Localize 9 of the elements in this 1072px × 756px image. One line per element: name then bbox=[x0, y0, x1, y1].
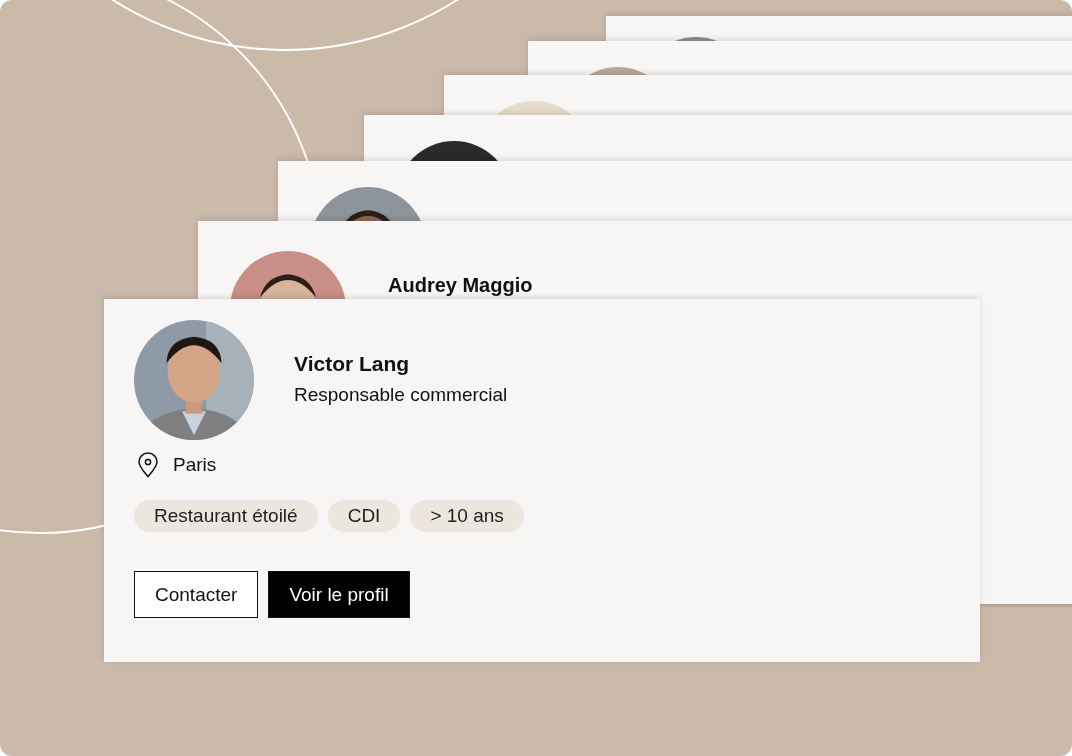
view-profile-button[interactable]: Voir le profil bbox=[268, 571, 410, 618]
location-text: Paris bbox=[173, 454, 217, 476]
job-title: Responsable commercial bbox=[294, 384, 508, 406]
person-name: Audrey Maggio bbox=[388, 273, 533, 297]
tag: > 10 ans bbox=[410, 500, 524, 532]
tag: CDI bbox=[327, 500, 401, 532]
tag: Restaurant étoilé bbox=[134, 500, 318, 532]
contact-button[interactable]: Contacter bbox=[134, 571, 259, 618]
person-name: Victor Lang bbox=[294, 352, 411, 376]
